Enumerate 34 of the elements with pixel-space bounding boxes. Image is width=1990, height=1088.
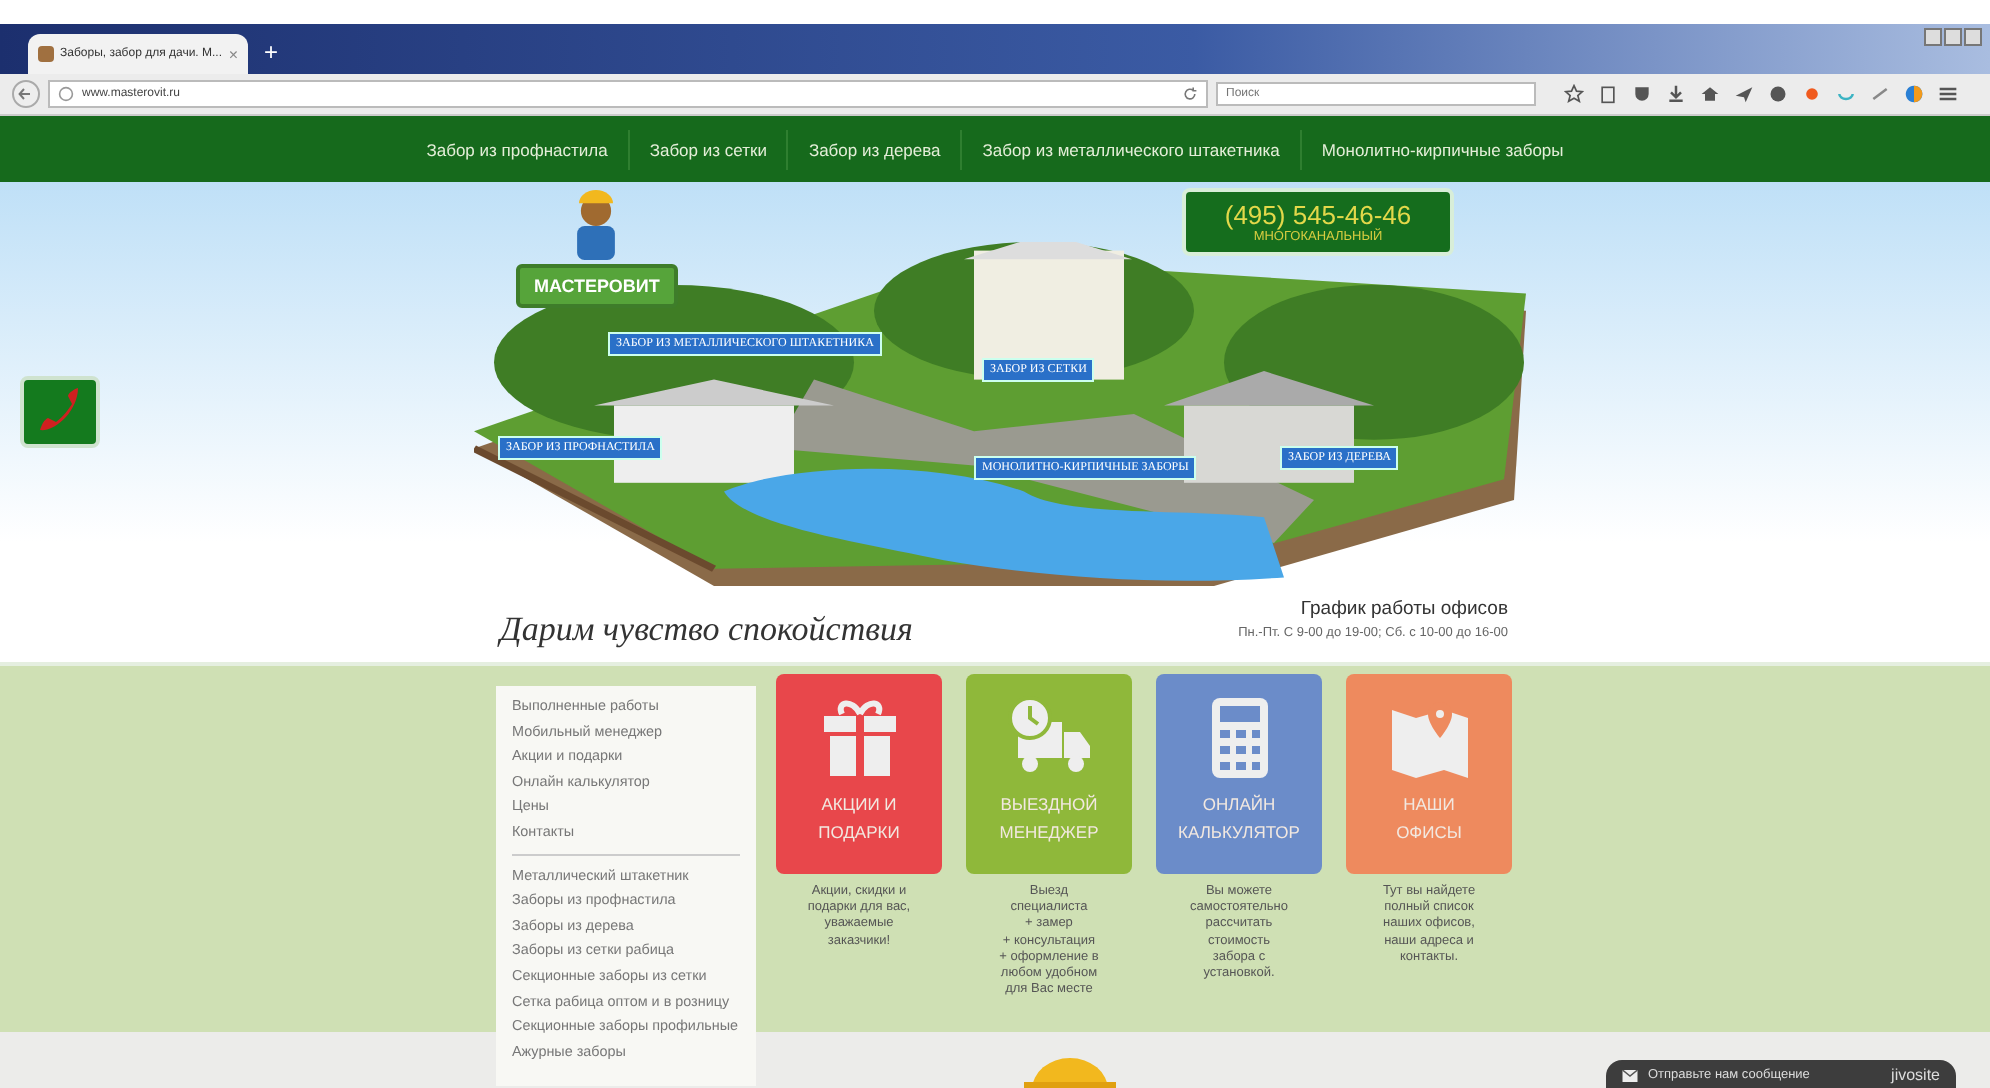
window-controls-icon[interactable] (1924, 28, 1982, 46)
feature-tile[interactable]: ОНЛАЙН КАЛЬКУЛЯТОР (1156, 674, 1322, 874)
tile-title: ВЫЕЗДНОЙ МЕНЕДЖЕР (999, 792, 1099, 846)
chat-brand: jivosite (1891, 1066, 1940, 1084)
download-icon[interactable] (1666, 84, 1686, 104)
nav-link[interactable]: Забор из сетки (627, 129, 787, 169)
logo-text: МАСТЕРОВИТ (516, 264, 678, 308)
star-icon[interactable] (1564, 84, 1584, 104)
favicon-icon (38, 46, 54, 62)
globe-icon (58, 86, 74, 102)
tile-title: ОНЛАЙН КАЛЬКУЛЯТОР (1178, 792, 1300, 846)
nav-link[interactable]: Забор из металлического штакетника (960, 129, 1300, 169)
slogan: Дарим чувство спокойствия (500, 610, 913, 650)
new-tab-button[interactable]: + (264, 38, 279, 66)
send-icon[interactable] (1734, 84, 1754, 104)
reload-icon[interactable] (1182, 86, 1198, 102)
nav-link[interactable]: Монолитно-кирпичные заборы (1299, 129, 1584, 169)
tile-title: НАШИ ОФИСЫ (1396, 792, 1462, 846)
helmet-mascot-icon (1020, 1058, 1120, 1088)
clipboard-icon[interactable] (1598, 84, 1618, 104)
envelope-icon (1622, 1069, 1638, 1081)
call-button[interactable] (20, 376, 100, 448)
shield-icon[interactable] (1632, 84, 1652, 104)
tile-title: АКЦИИ И ПОДАРКИ (818, 792, 900, 846)
nav-link[interactable]: Забор из профнастила (406, 129, 628, 169)
feature-tile[interactable]: АКЦИИ И ПОДАРКИ (776, 674, 942, 874)
menu-icon[interactable] (1938, 84, 1958, 104)
schedule-title: График работы офисов (1300, 598, 1508, 620)
close-tab-button[interactable]: × (228, 45, 238, 63)
nav-link[interactable]: Забор из дерева (786, 129, 961, 169)
back-icon[interactable] (12, 80, 40, 108)
phone-number: (495) 545-46-46 (1224, 200, 1412, 230)
home-icon[interactable] (1700, 84, 1720, 104)
logo[interactable]: МАСТЕРОВИТ (516, 188, 678, 308)
